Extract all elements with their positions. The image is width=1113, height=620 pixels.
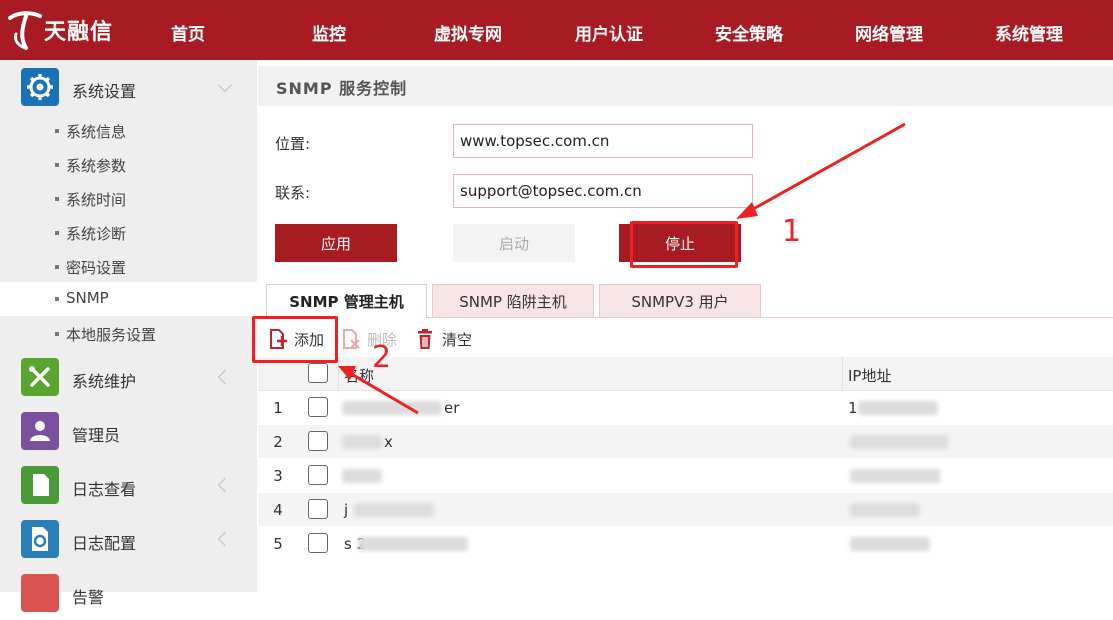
start-button[interactable]: 启动	[453, 224, 575, 262]
nav-monitor[interactable]: 监控	[312, 20, 346, 45]
row-number: 1	[273, 399, 283, 417]
sidebar-item-label: 系统参数	[66, 157, 127, 175]
sidebar-item-label: 密码设置	[66, 259, 127, 277]
row-checkbox[interactable]	[308, 465, 328, 485]
select-all-checkbox[interactable]	[308, 363, 328, 383]
nav-security-policy[interactable]: 安全策略	[715, 20, 783, 45]
location-label: 位置:	[275, 135, 311, 153]
sidebar-item-local-services[interactable]: 本地服务设置	[0, 317, 257, 351]
row-number: 2	[273, 433, 283, 451]
annotation-box-stop	[630, 221, 738, 268]
row-checkbox[interactable]	[308, 397, 328, 417]
sidebar-group-label: 系统设置	[72, 82, 137, 101]
sidebar-group-label: 日志查看	[72, 480, 137, 499]
column-header-ip: IP地址	[848, 367, 892, 385]
host-name: x	[384, 433, 393, 451]
sidebar-group-log-view[interactable]: 日志查看	[0, 458, 257, 512]
sidebar-group-maintenance[interactable]: 系统维护	[0, 350, 257, 404]
sidebar-group-admin[interactable]: 管理员	[0, 404, 257, 458]
row-number: 5	[273, 535, 283, 553]
sidebar-item-label: 系统诊断	[66, 225, 127, 243]
sidebar-group-label: 日志配置	[72, 534, 137, 553]
chevron-left-icon	[217, 477, 233, 493]
host-name: j	[344, 501, 349, 519]
annotation-box-add	[252, 316, 338, 363]
sidebar-group-system-settings[interactable]: 系统设置	[0, 60, 257, 114]
sidebar-item-password[interactable]: 密码设置	[0, 250, 257, 284]
panel-header: SNMP 服务控制	[258, 66, 1113, 106]
sidebar-group-log-config[interactable]: 日志配置	[0, 512, 257, 566]
nav-user-auth[interactable]: 用户认证	[575, 20, 643, 45]
sidebar-group-label: 告警	[72, 588, 105, 607]
table-row[interactable]: 5 s 2	[258, 527, 1113, 561]
nav-system[interactable]: 系统管理	[995, 20, 1063, 45]
sidebar-item-label: 系统时间	[66, 191, 127, 209]
annotation-number-1: 1	[782, 214, 802, 249]
host-ip: 1	[848, 399, 858, 417]
chevron-left-icon	[217, 369, 233, 385]
brand-logo[interactable]: 天融信	[6, 8, 113, 52]
top-navbar: 天融信 首页 监控 虚拟专网 用户认证 安全策略 网络管理 系统管理	[0, 0, 1113, 60]
annotation-number-2: 2	[372, 340, 392, 375]
nav-home[interactable]: 首页	[171, 20, 205, 45]
location-input[interactable]	[453, 124, 753, 158]
user-icon	[21, 412, 59, 450]
table-row[interactable]: 1 er 1	[258, 391, 1113, 425]
table-row[interactable]: 3	[258, 459, 1113, 493]
contact-input[interactable]	[453, 174, 753, 208]
brand-name: 天融信	[44, 20, 114, 45]
gear-icon	[21, 68, 59, 106]
chevron-left-icon	[217, 531, 233, 547]
sidebar-item-label: 本地服务设置	[66, 326, 157, 344]
clear-label: 清空	[442, 330, 473, 349]
tab-snmp-manager-host[interactable]: SNMP 管理主机	[266, 284, 427, 318]
page-title: SNMP 服务控制	[276, 79, 408, 98]
nav-vpn[interactable]: 虚拟专网	[434, 20, 502, 45]
chevron-down-icon	[217, 77, 233, 93]
row-checkbox[interactable]	[308, 499, 328, 519]
brand-logo-icon	[6, 8, 42, 52]
tab-snmp-trap-host[interactable]: SNMP 陷阱主机	[432, 284, 594, 318]
sidebar-item-system-info[interactable]: 系统信息	[0, 114, 257, 148]
host-name: er	[444, 399, 460, 417]
row-number: 3	[273, 467, 283, 485]
sidebar-item-label: 系统信息	[66, 123, 127, 141]
clear-button[interactable]: 清空	[416, 328, 472, 350]
document-icon	[21, 466, 59, 504]
row-checkbox[interactable]	[308, 533, 328, 553]
arrow-to-stop	[736, 122, 906, 219]
table-row[interactable]: 4 j	[258, 493, 1113, 527]
trash-icon	[416, 328, 436, 350]
row-checkbox[interactable]	[308, 431, 328, 451]
sidebar-item-label: SNMP	[66, 289, 109, 307]
row-number: 4	[273, 501, 283, 519]
sidebar-item-system-params[interactable]: 系统参数	[0, 148, 257, 182]
apply-button[interactable]: 应用	[275, 224, 397, 262]
tools-icon	[21, 358, 59, 396]
table-row[interactable]: 2 x	[258, 425, 1113, 459]
sidebar-item-system-time[interactable]: 系统时间	[0, 182, 257, 216]
nav-network[interactable]: 网络管理	[855, 20, 923, 45]
sidebar: 系统设置 系统信息 系统参数 系统时间 系统诊断 密码设置 SNMP 本地服务设…	[0, 60, 257, 612]
contact-label: 联系:	[275, 184, 311, 202]
sidebar-group-label: 系统维护	[72, 372, 137, 391]
document-settings-icon	[21, 520, 59, 558]
sidebar-item-system-diagnosis[interactable]: 系统诊断	[0, 216, 257, 250]
alarm-icon	[21, 574, 59, 612]
sidebar-group-alarm[interactable]: 告警	[0, 566, 257, 620]
sidebar-group-label: 管理员	[72, 426, 121, 445]
delete-file-icon	[341, 328, 361, 350]
column-header-name: 名称	[344, 367, 375, 385]
sidebar-item-snmp[interactable]: SNMP	[0, 282, 257, 316]
tab-snmpv3-user[interactable]: SNMPV3 用户	[599, 284, 761, 318]
